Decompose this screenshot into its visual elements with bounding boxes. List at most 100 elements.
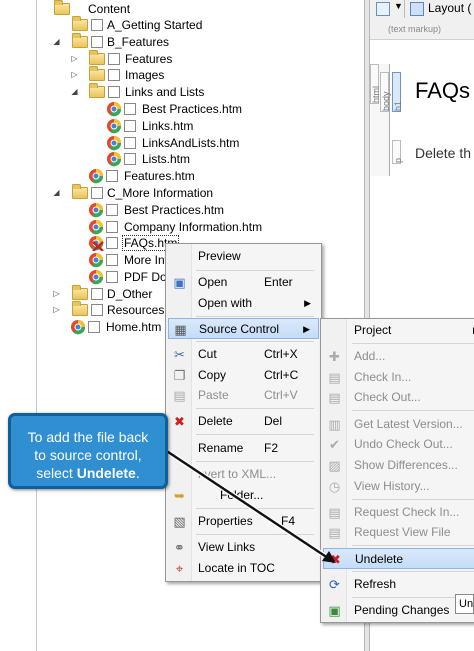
chevron-down-icon[interactable]: ▼	[394, 1, 403, 11]
menu-item-copy[interactable]: ❐ Copy Ctrl+C	[168, 365, 319, 386]
tag-p[interactable]: p	[392, 140, 403, 164]
menu-item-locate-in-toc[interactable]: ⌖ Locate in TOC	[168, 558, 319, 579]
checkbox[interactable]	[124, 120, 136, 132]
expander-open-icon[interactable]: ◢	[52, 34, 61, 50]
expander-open-icon[interactable]: ◢	[52, 185, 61, 201]
send-icon: ➥	[174, 488, 185, 503]
submenu-item-show-differences[interactable]: ▨ Show Differences...	[323, 455, 474, 476]
submenu-item-project[interactable]: Project ▶	[323, 320, 474, 341]
checkbox[interactable]	[108, 53, 120, 65]
expander-closed-icon[interactable]: ▷	[52, 286, 61, 302]
tree-node-label: More Inf	[124, 253, 169, 267]
menu-item-label: Copy	[198, 368, 227, 382]
menu-separator	[196, 270, 314, 271]
menu-item-source-control[interactable]: ▦ Source Control ▶	[168, 318, 319, 339]
menu-item-shortcut: Enter	[264, 275, 293, 289]
menu-item-label: Request Check In...	[354, 505, 460, 519]
menu-item-properties[interactable]: ▧ Properties F4	[168, 511, 319, 532]
menu-item-shortcut: F2	[264, 441, 279, 455]
menu-item-delete[interactable]: ✖ Delete Del	[168, 411, 319, 432]
layout-button[interactable]: Layout (	[428, 1, 471, 15]
topic-heading[interactable]: FAQs	[415, 78, 470, 104]
expander-closed-icon[interactable]: ▷	[70, 67, 79, 83]
menu-item-shortcut: Del	[264, 414, 283, 428]
topic-paragraph[interactable]: Delete th	[415, 145, 471, 161]
folder-icon	[72, 16, 88, 31]
callout-emphasis: Undelete	[76, 465, 136, 481]
browser-file-icon	[89, 169, 104, 184]
checkbox[interactable]	[106, 237, 118, 249]
checkbox[interactable]	[108, 86, 120, 98]
menu-item-label: Add...	[354, 349, 386, 363]
menu-item-open-with[interactable]: Open with ▶	[168, 293, 319, 314]
submenu-item-check-out[interactable]: ▤ Check Out...	[323, 387, 474, 408]
submenu-item-check-in[interactable]: ▤ Check In...	[323, 367, 474, 388]
menu-item-label: View History...	[354, 479, 430, 493]
expander-closed-icon[interactable]: ▷	[70, 51, 79, 67]
menu-item-preview[interactable]: Preview	[168, 246, 319, 267]
submenu-item-refresh[interactable]: ⟳ Refresh	[323, 574, 474, 595]
menu-item-label: Undo Check Out...	[354, 437, 453, 451]
menu-item-paste[interactable]: ▤ Paste Ctrl+V	[168, 385, 319, 406]
tree-guide-line	[36, 0, 37, 651]
menu-item-view-links[interactable]: ⚭ View Links	[168, 537, 319, 558]
toolbar-divider	[404, 0, 405, 18]
menu-item-convert-to-xml[interactable]: nvert to XML...	[168, 464, 319, 485]
tooltip: Un	[455, 594, 474, 614]
tree-node-label: LinksAndLists.htm	[142, 136, 240, 150]
folder-open-icon	[72, 33, 88, 48]
checkbox[interactable]	[106, 271, 118, 283]
view-mode-icon[interactable]	[376, 2, 390, 16]
menu-item-label: Request View File	[354, 525, 451, 539]
checkbox[interactable]	[106, 254, 118, 266]
menu-item-send-to-folder[interactable]: ➥ Folder...	[168, 485, 319, 506]
menu-item-label: Open with	[198, 296, 253, 310]
menu-separator	[196, 434, 314, 435]
menu-separator	[352, 571, 474, 572]
checkbox[interactable]	[91, 187, 103, 199]
submenu-item-get-latest[interactable]: ▥ Get Latest Version...	[323, 414, 474, 435]
menu-item-rename[interactable]: Rename F2	[168, 438, 319, 459]
menu-separator	[196, 408, 314, 409]
checkbox[interactable]	[124, 103, 136, 115]
expander-closed-icon[interactable]: ▷	[52, 302, 61, 318]
structure-bar: html body h1 p	[370, 64, 403, 176]
submenu-arrow-icon: ▶	[304, 298, 311, 308]
submenu-item-undo-check-out[interactable]: ✔ Undo Check Out...	[323, 434, 474, 455]
checkbox[interactable]	[124, 137, 136, 149]
tag-h1[interactable]: h1	[392, 72, 403, 112]
submenu-item-request-view-file[interactable]: ▤ Request View File	[323, 522, 474, 543]
tree-node-label: Links.htm	[142, 119, 194, 133]
checkbox[interactable]	[124, 153, 136, 165]
menu-item-label: Properties	[198, 514, 253, 528]
browser-file-icon	[89, 270, 104, 285]
editor-toolbar: ▼ Layout ( (text markup)	[370, 0, 474, 40]
checkbox[interactable]	[108, 69, 120, 81]
layout-icon[interactable]	[410, 2, 424, 16]
menu-item-label: Refresh	[354, 577, 397, 591]
checkbox[interactable]	[106, 221, 118, 233]
submenu-item-undelete[interactable]: ✖ Undelete	[323, 548, 474, 569]
checkbox[interactable]	[91, 36, 103, 48]
expander-open-icon[interactable]: ◢	[70, 84, 79, 100]
tree-node-label: C_More Information	[107, 186, 214, 200]
submenu-item-view-history[interactable]: ◷ View History...	[323, 476, 474, 497]
submenu-item-add[interactable]: ✚ Add...	[323, 346, 474, 367]
tag-html[interactable]: html	[370, 64, 381, 104]
tag-body[interactable]: body	[380, 72, 391, 112]
callout-line-3-prefix: select	[36, 465, 77, 481]
submenu-item-request-check-in[interactable]: ▤ Request Check In...	[323, 502, 474, 523]
checkbox[interactable]	[91, 19, 103, 31]
tree-node-label: B_Features	[107, 35, 170, 49]
checkbox[interactable]	[91, 288, 103, 300]
menu-item-cut[interactable]: ✂ Cut Ctrl+X	[168, 344, 319, 365]
checkbox[interactable]	[88, 321, 100, 333]
history-icon: ◷	[328, 479, 341, 494]
menu-item-open[interactable]: ▣ Open Enter	[168, 272, 319, 293]
copy-icon: ❐	[173, 368, 186, 383]
checkbox[interactable]	[106, 204, 118, 216]
checkbox[interactable]	[106, 170, 118, 182]
submenu-item-pending-changes[interactable]: ▣ Pending Changes	[323, 600, 474, 621]
checkbox[interactable]	[91, 304, 103, 316]
folder-icon	[89, 66, 105, 81]
